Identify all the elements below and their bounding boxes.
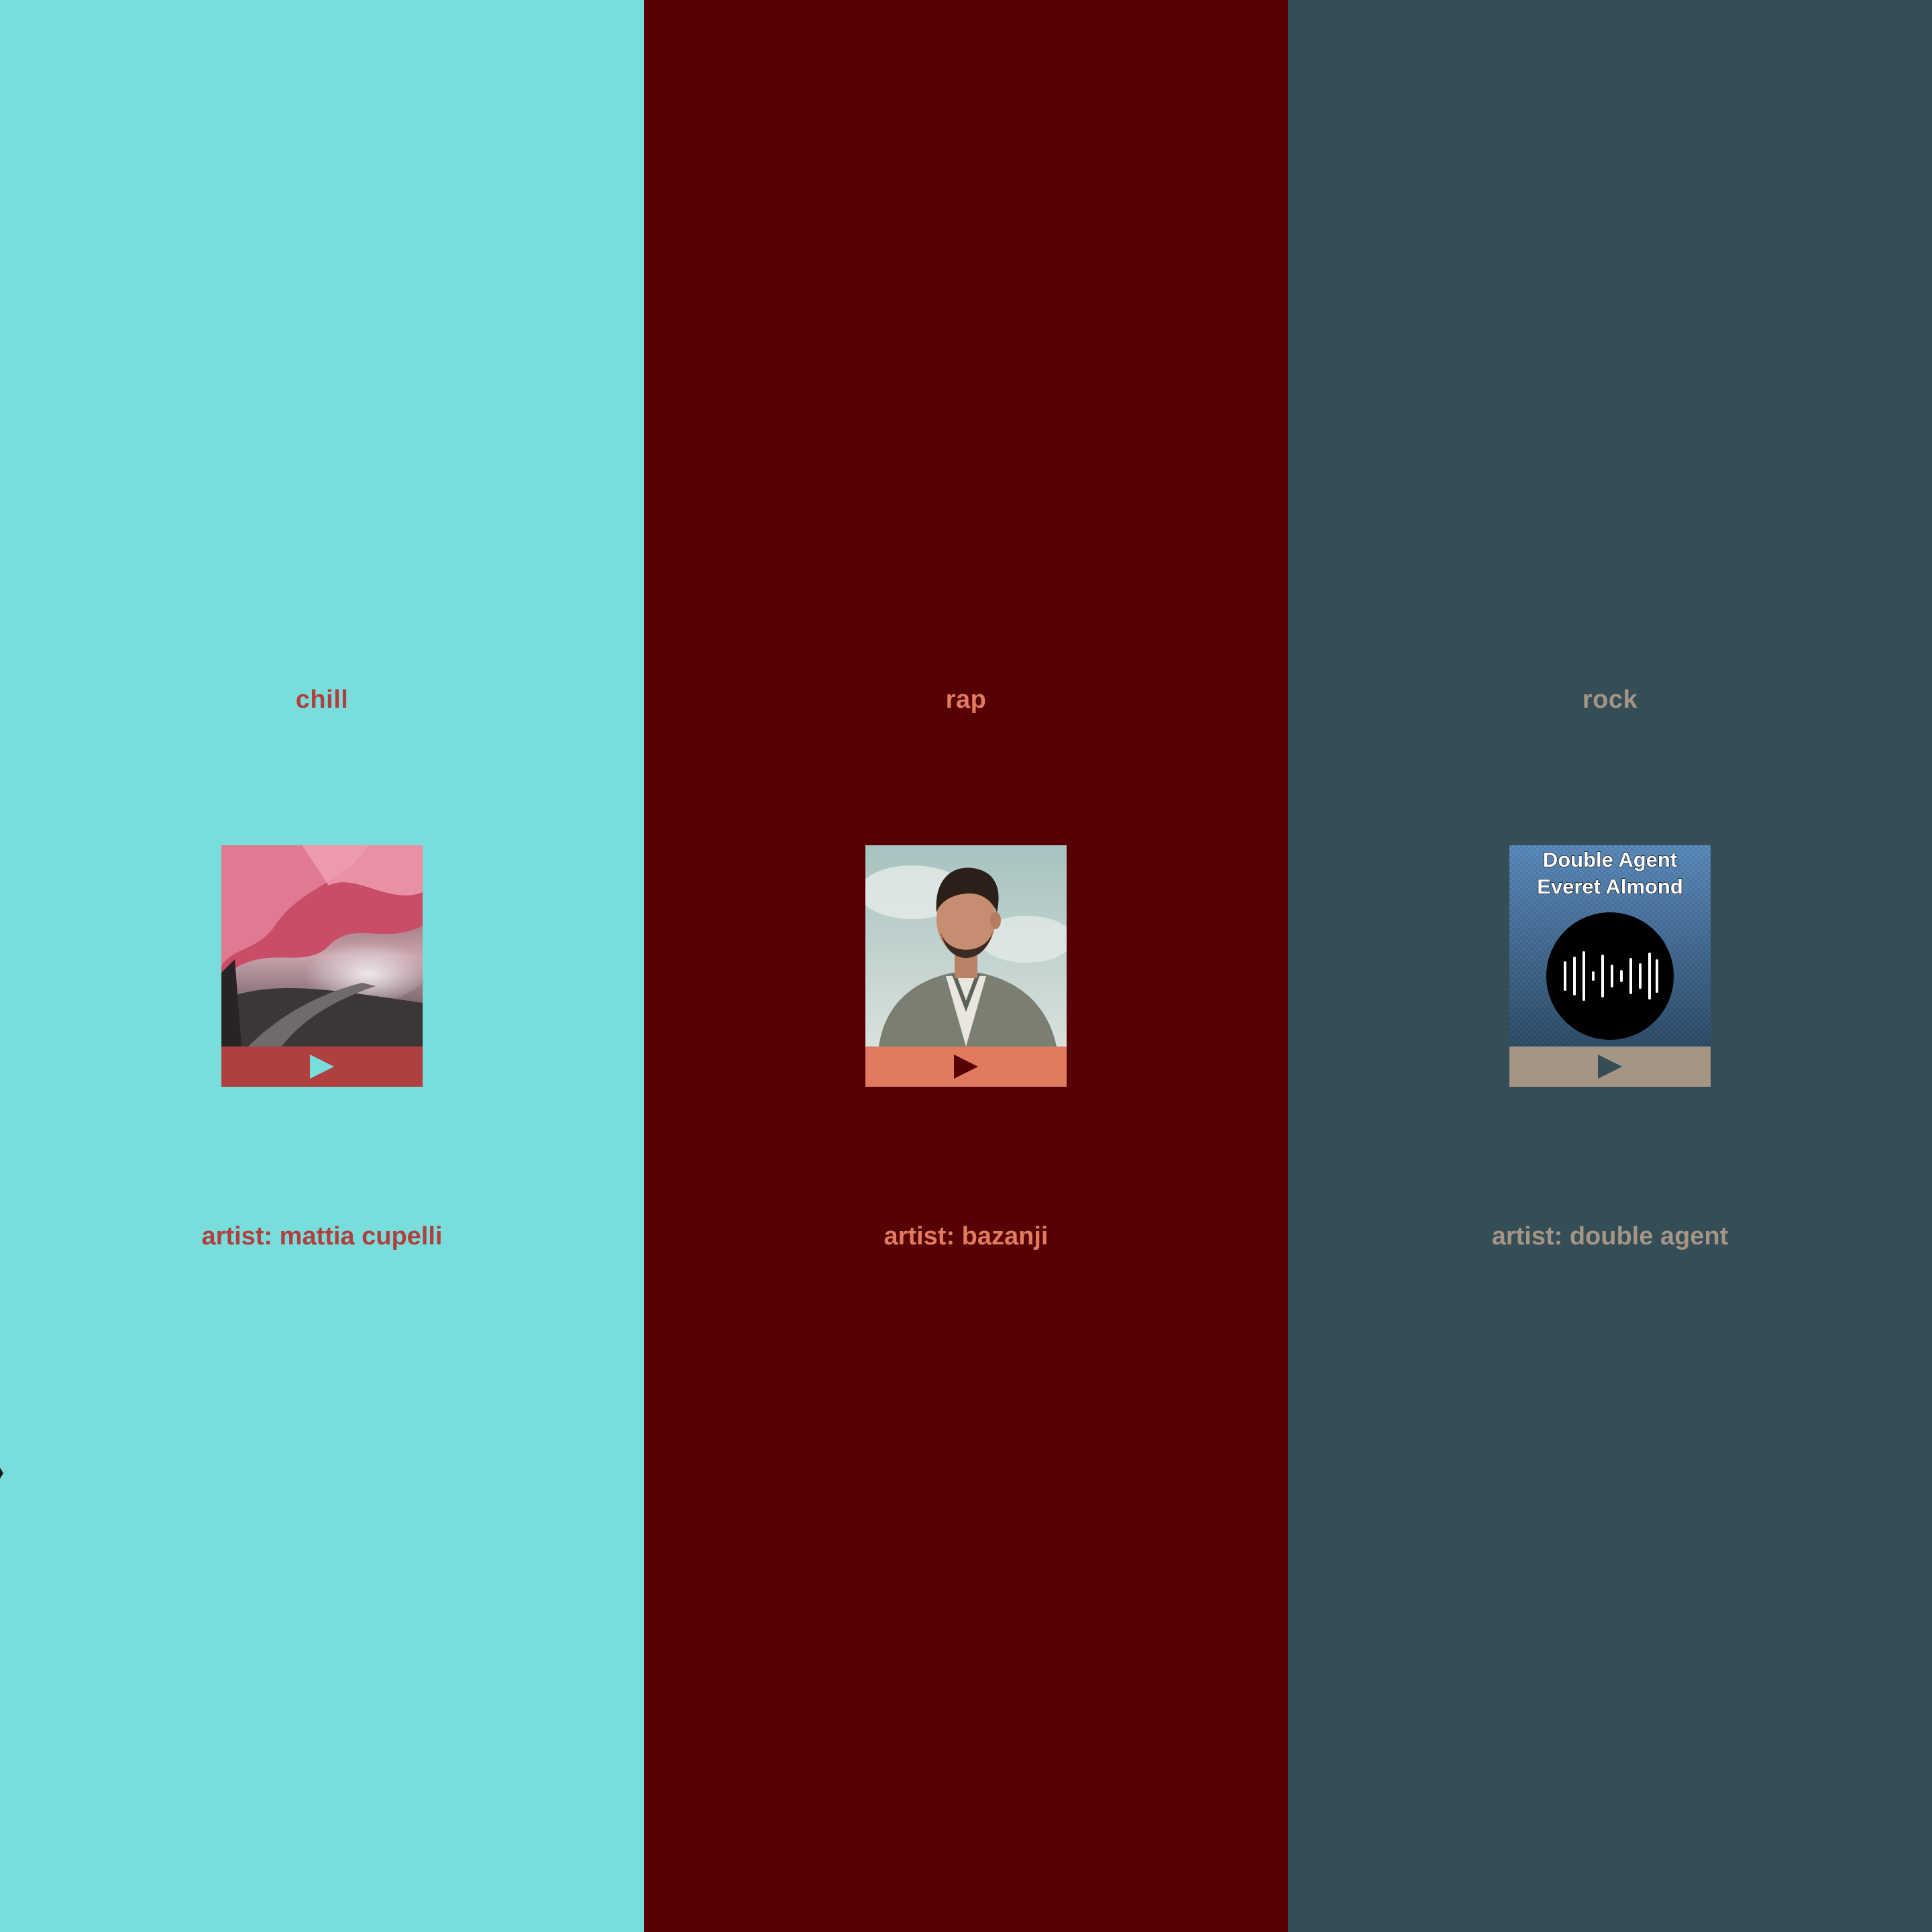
album-cover-subtitle: Everet Almond	[1537, 874, 1684, 898]
track-card	[865, 845, 1067, 1087]
play-button[interactable]	[221, 1046, 423, 1087]
album-artwork: Double Agent Everet Almond	[1509, 845, 1711, 1046]
play-icon	[954, 1055, 978, 1079]
artist-label: artist: bazanji	[883, 1222, 1049, 1250]
play-icon	[1598, 1055, 1622, 1079]
play-button[interactable]	[865, 1046, 1067, 1087]
genre-panel-rap: rap artist: bazanji	[644, 0, 1288, 1932]
album-cover-title: Double Agent	[1542, 847, 1678, 871]
genre-panel-chill: chill artist: mattia cupelli	[0, 0, 644, 1932]
red-forest-image	[221, 845, 423, 1046]
play-icon	[310, 1055, 334, 1079]
artist-label: artist: mattia cupelli	[201, 1222, 443, 1250]
album-artwork	[221, 845, 423, 1046]
genre-title: chill	[295, 686, 349, 714]
album-artwork	[865, 845, 1067, 1046]
artist-portrait-image	[865, 845, 1067, 1046]
play-button[interactable]	[1509, 1046, 1711, 1087]
artist-label: artist: double agent	[1491, 1222, 1729, 1250]
track-card	[221, 845, 423, 1087]
genre-title: rock	[1582, 686, 1638, 714]
genre-title: rap	[945, 686, 987, 714]
track-card: Double Agent Everet Almond	[1509, 845, 1711, 1087]
genre-panel-rock: rock Double Agent Everet Almond artist: …	[1288, 0, 1932, 1932]
edge-marker	[0, 1468, 3, 1479]
